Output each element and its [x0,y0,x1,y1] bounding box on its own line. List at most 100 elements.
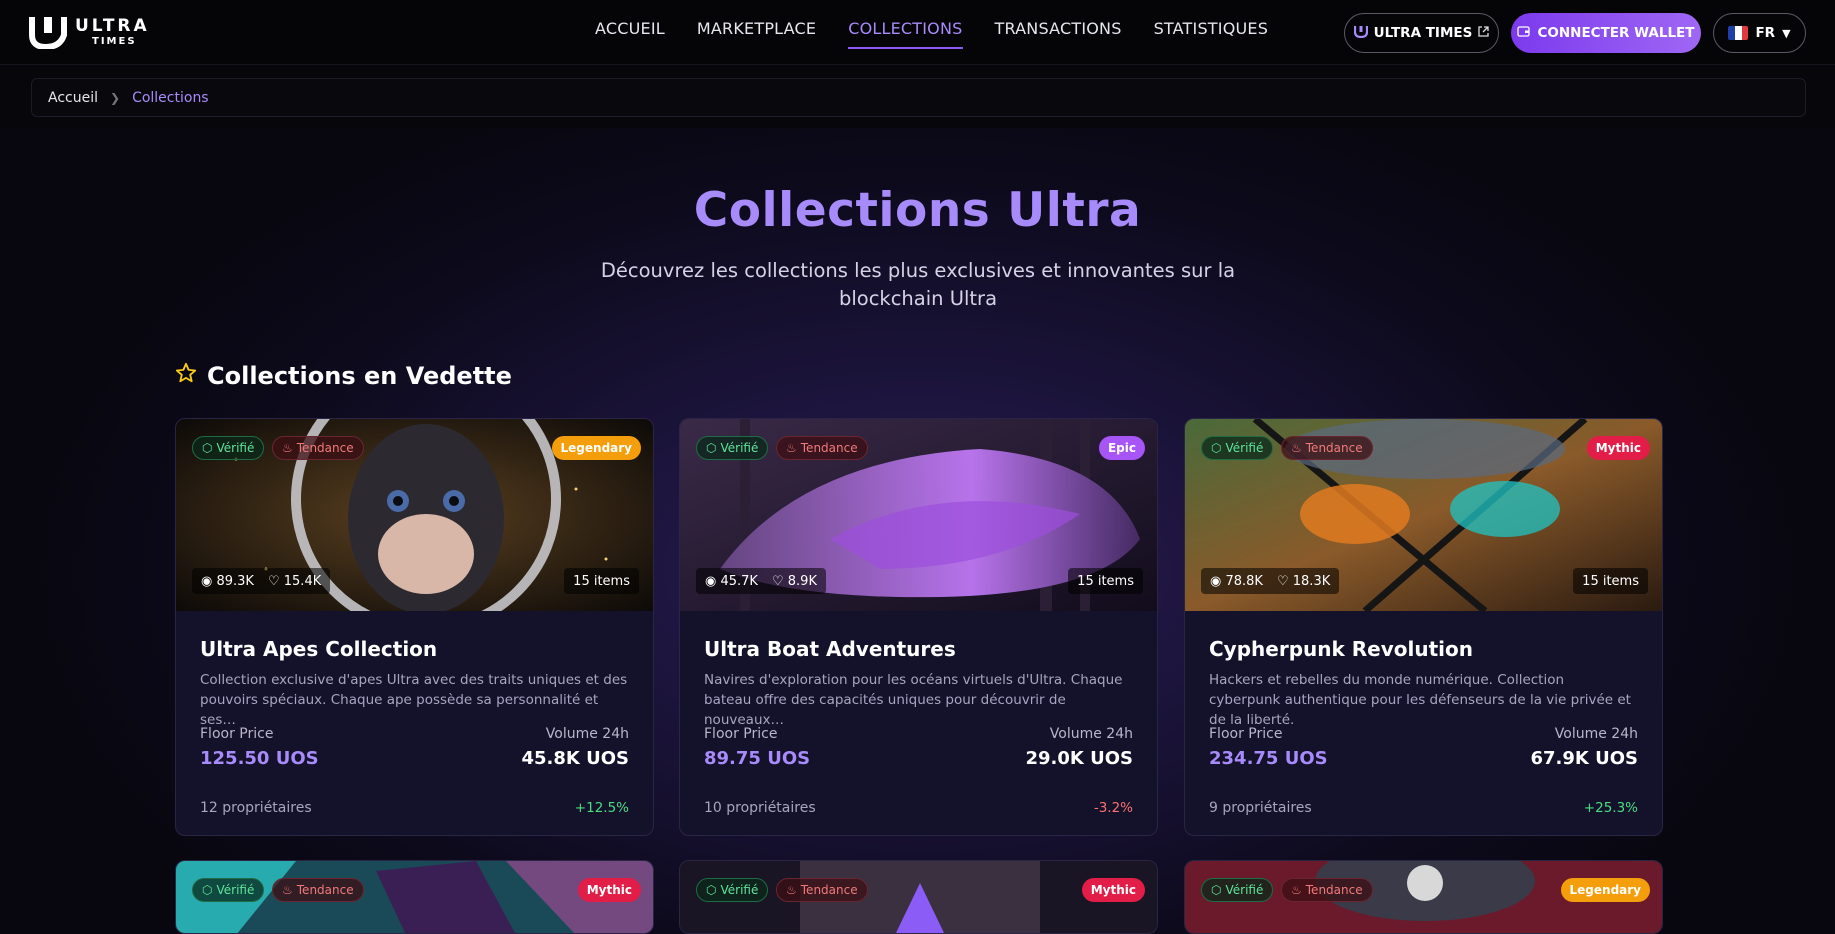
rarity-badge: Legendary [551,436,641,460]
nav-transactions[interactable]: TRANSACTIONS [995,19,1122,49]
price-change: +12.5% [574,800,629,816]
trending-label: Tendance [296,883,354,897]
trending-badge: ♨ Tendance [776,436,868,460]
collection-card[interactable]: ⬡ Vérifié ♨ Tendance Epic ◉ 45.7K ♡ 8.9K 1… [679,418,1158,836]
collection-card[interactable]: ⬡ Vérifié ♨ Tendance Legendary ◉ 89.3K ♡ 1… [175,418,654,836]
views-count: 45.7K [720,573,758,589]
owners-count: 10 propriétaires [704,800,816,816]
flame-icon: ♨ [786,883,797,897]
language-selector[interactable]: FR ▼ [1713,13,1806,53]
heart-icon: ♡ [1276,573,1289,589]
verified-badge: ⬡ Vérifié [1201,878,1274,902]
shield-icon: ⬡ [202,441,213,455]
star-icon [175,362,197,390]
collection-name[interactable]: Ultra Boat Adventures [704,637,956,661]
collection-name[interactable]: Cypherpunk Revolution [1209,637,1473,661]
shield-icon: ⬡ [706,883,717,897]
france-flag-icon [1728,26,1749,40]
nav-collections[interactable]: COLLECTIONS [848,19,963,49]
flame-icon: ♨ [282,883,293,897]
trending-label: Tendance [1305,883,1363,897]
wallet-icon [1517,25,1531,41]
breadcrumb-home[interactable]: Accueil [48,90,98,106]
verified-badge: ⬡ Vérifié [1201,436,1274,460]
collection-image: ⬡ Vérifié ♨ Tendance Mythic [176,861,653,933]
verified-badge: ⬡ Vérifié [192,436,265,460]
trending-badge: ♨ Tendance [272,436,364,460]
rarity-badge: Epic [1098,436,1145,460]
rarity-badge: Legendary [1560,878,1650,902]
volume-label: Volume 24h [545,726,629,742]
verified-badge: ⬡ Vérifié [696,436,769,460]
owners-count: 12 propriétaires [200,800,312,816]
collection-description: Collection exclusive d'apes Ultra avec d… [200,672,628,728]
collection-image: ⬡ Vérifié ♨ Tendance Mythic ◉ 78.8K ♡ 18.3… [1185,419,1662,611]
items-count: 15 items [564,568,639,594]
nav-accueil[interactable]: ACCUEIL [595,19,665,49]
verified-label: Vérifié [216,883,255,897]
ultra-mini-logo-icon [1353,25,1368,42]
page-subtitle: Découvrez les collections les plus exclu… [600,259,1236,310]
collection-description: Navires d'exploration pour les océans vi… [704,672,1123,728]
trending-badge: ♨ Tendance [272,878,364,902]
nav-statistiques[interactable]: STATISTIQUES [1154,19,1269,49]
heart-icon: ♡ [267,573,280,589]
top-header: ULTRA TIMES ACCUEIL MARKETPLACE COLLECTI… [0,0,1835,65]
rarity-badge: Mythic [577,878,641,902]
collection-card[interactable]: ⬡ Vérifié ♨ Tendance Mythic ◉ 78.8K ♡ 18.3… [1184,418,1663,836]
collection-image: ⬡ Vérifié ♨ Tendance Mythic [680,861,1157,933]
flame-icon: ♨ [786,441,797,455]
floor-price-value: 125.50 UOS [200,748,319,769]
owners-count: 9 propriétaires [1209,800,1312,816]
price-change: -3.2% [1093,800,1133,816]
breadcrumb-current: Collections [132,89,209,106]
floor-price-label: Floor Price [1209,726,1283,742]
shield-icon: ⬡ [202,883,213,897]
trending-badge: ♨ Tendance [1281,878,1373,902]
verified-badge: ⬡ Vérifié [696,878,769,902]
eye-icon: ◉ [201,573,213,589]
main-nav: ACCUEIL MARKETPLACE COLLECTIONS TRANSACT… [595,19,1300,49]
verified-label: Vérifié [216,441,255,455]
connect-wallet-button[interactable]: CONNECTER WALLET [1511,13,1701,53]
collection-card[interactable]: ⬡ Vérifié ♨ Tendance Mythic [175,860,654,934]
collection-card[interactable]: ⬡ Vérifié ♨ Tendance Legendary [1184,860,1663,934]
collection-name[interactable]: Ultra Apes Collection [200,637,437,661]
collection-card[interactable]: ⬡ Vérifié ♨ Tendance Mythic [679,860,1158,934]
volume-value: 45.8K UOS [521,748,629,769]
trending-label: Tendance [800,441,858,455]
flame-icon: ♨ [1291,883,1302,897]
likes-count: 15.4K [283,573,322,589]
floor-price-label: Floor Price [704,726,778,742]
verified-label: Vérifié [1225,441,1264,455]
rarity-badge: Mythic [1081,878,1145,902]
collection-image: ⬡ Vérifié ♨ Tendance Epic ◉ 45.7K ♡ 8.9K 1… [680,419,1157,611]
trending-label: Tendance [296,441,354,455]
chevron-down-icon: ▼ [1782,26,1791,40]
views-count: 78.8K [1225,573,1263,589]
trending-badge: ♨ Tendance [1281,436,1373,460]
language-label: FR [1755,25,1776,41]
flame-icon: ♨ [1291,441,1302,455]
likes-count: 8.9K [787,573,817,589]
ultra-times-label: ULTRA TIMES [1373,25,1473,41]
collection-description: Hackers et rebelles du monde numérique. … [1209,672,1631,728]
ultra-times-logo[interactable]: ULTRA TIMES [29,15,150,49]
ultra-logo-icon [29,15,67,49]
verified-label: Vérifié [720,441,759,455]
volume-value: 67.9K UOS [1530,748,1638,769]
engagement-stats: ◉ 89.3K ♡ 15.4K [192,568,331,594]
trending-badge: ♨ Tendance [776,878,868,902]
ultra-times-button[interactable]: ULTRA TIMES [1344,13,1499,53]
rarity-badge: Mythic [1586,436,1650,460]
heart-icon: ♡ [771,573,784,589]
shield-icon: ⬡ [1211,883,1222,897]
logo-subtitle: TIMES [92,35,137,47]
trending-label: Tendance [1305,441,1363,455]
price-change: +25.3% [1583,800,1638,816]
external-link-icon [1478,25,1489,41]
flame-icon: ♨ [282,441,293,455]
nav-marketplace[interactable]: MARKETPLACE [697,19,816,49]
connect-wallet-label: CONNECTER WALLET [1537,25,1695,41]
engagement-stats: ◉ 45.7K ♡ 8.9K [696,568,826,594]
